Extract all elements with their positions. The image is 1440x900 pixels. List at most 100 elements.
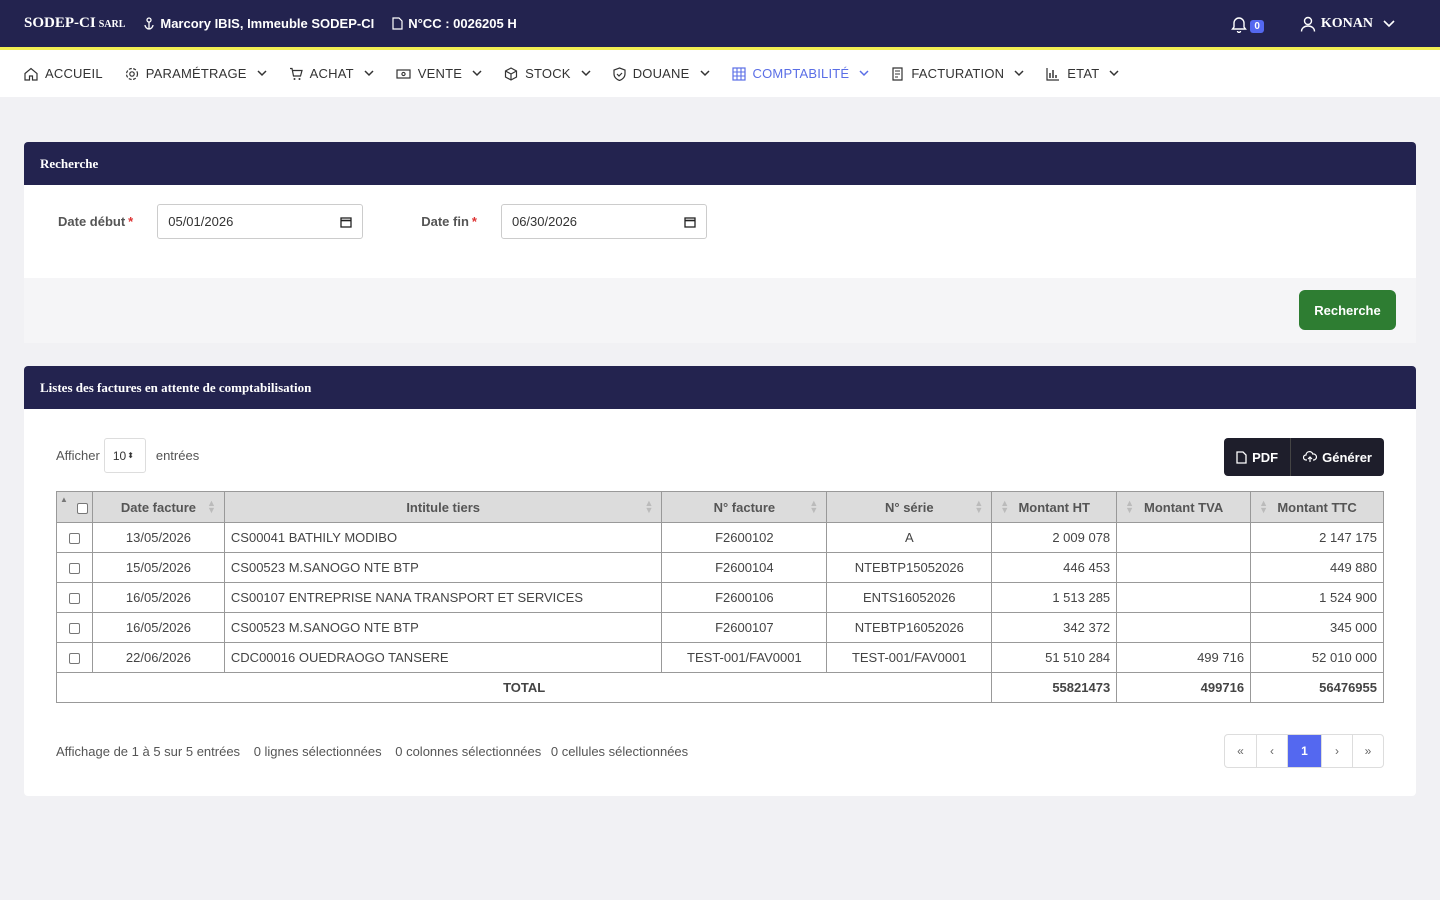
chevron-down-icon xyxy=(257,70,267,77)
cell-serie: NTEBTP16052026 xyxy=(826,612,993,643)
col-numero-serie[interactable]: N° série ▲ ▼ xyxy=(826,491,993,523)
invoice-list-card: Listes des factures en attente de compta… xyxy=(24,366,1416,796)
total-label: TOTAL xyxy=(55,672,993,703)
entries-label: entrées xyxy=(155,448,200,463)
row-checkbox[interactable] xyxy=(68,623,80,635)
total-row: TOTAL 55821473 499716 56476955 xyxy=(55,672,1384,703)
generate-button[interactable]: Générer xyxy=(1290,438,1384,476)
brand-logo[interactable]: SODEP-CI SARL xyxy=(24,15,125,32)
document-icon xyxy=(392,17,403,30)
cell-serie: ENTS16052026 xyxy=(826,582,993,613)
gear-icon xyxy=(125,67,139,81)
cart-icon xyxy=(289,67,303,81)
nav-etat[interactable]: ETAT xyxy=(1046,66,1119,81)
start-date-input[interactable]: 05/01/2026 xyxy=(157,204,364,239)
table-row[interactable]: 15/05/2026 CS00523 M.SANOGO NTE BTP F260… xyxy=(56,552,1384,583)
chevron-down-icon xyxy=(859,70,869,77)
end-date-input[interactable]: 06/30/2026 xyxy=(500,204,707,239)
table-row[interactable]: 13/05/2026 CS00041 BATHILY MODIBO F26001… xyxy=(56,522,1384,553)
nav-accueil[interactable]: ACCUEIL xyxy=(24,66,103,81)
cell-serie: A xyxy=(826,522,993,553)
cloud-upload-icon xyxy=(1303,451,1318,462)
search-card-footer xyxy=(24,278,1416,343)
date-range-row: Date début * 05/01/2026 Date fin * 06/30/2… xyxy=(58,204,707,239)
cell-date: 22/06/2026 xyxy=(91,642,225,673)
total-ttc: 56476955 xyxy=(1250,672,1384,703)
main-nav: ACCUEIL PARAMÉTRAGE ACHAT VENTE STOCK DO… xyxy=(0,50,1440,97)
nav-stock[interactable]: STOCK xyxy=(504,66,591,81)
cell-tva xyxy=(1116,522,1252,553)
last-page-button[interactable]: » xyxy=(1352,735,1383,767)
table-info: Affichage de 1 à 5 sur 5 entrées 0 ligne… xyxy=(56,744,698,759)
nav-label: PARAMÉTRAGE xyxy=(145,66,247,81)
col-montant-tva[interactable]: ▲ ▼ Montant TVA xyxy=(1116,491,1252,523)
table-header-row: ▲ Date facture ▲ ▼ Intitule tiers ▲ ▼ N° fac… xyxy=(56,491,1384,523)
col-montant-ttc[interactable]: ▲ ▼ Montant TTC xyxy=(1250,491,1384,523)
cell-facture: F2600107 xyxy=(661,612,828,643)
cell-ht: 2 009 078 xyxy=(991,522,1118,553)
col-intitule-tiers[interactable]: Intitule tiers ▲ ▼ xyxy=(223,491,663,523)
table-row[interactable]: 16/05/2026 CS00107 ENTREPRISE NANA TRANS… xyxy=(56,582,1384,613)
cell-tiers: CS00523 M.SANOGO NTE BTP xyxy=(223,612,663,643)
nav-comptabilite[interactable]: COMPTABILITÉ xyxy=(731,66,870,81)
brand-name: SODEP-CI xyxy=(24,15,96,31)
row-checkbox[interactable] xyxy=(68,593,80,605)
row-checkbox[interactable] xyxy=(68,653,80,665)
brand-suffix: SARL xyxy=(98,19,126,30)
chevron-down-icon xyxy=(1109,70,1119,77)
nav-parametrage[interactable]: PARAMÉTRAGE xyxy=(125,66,267,81)
calendar-icon xyxy=(340,216,352,228)
end-date-value: 06/30/2026 xyxy=(511,214,578,229)
select-all-header[interactable]: ▲ xyxy=(56,491,93,523)
pdf-button[interactable]: PDF xyxy=(1224,438,1291,476)
cell-ht: 342 372 xyxy=(991,612,1118,643)
page-length-select[interactable]: 10 ⬍ xyxy=(103,438,146,473)
anchor-icon xyxy=(144,17,155,30)
shield-icon xyxy=(613,66,626,81)
company-ncc: N°CC : 0026205 H xyxy=(392,16,517,31)
search-button[interactable]: Recherche xyxy=(1299,290,1396,330)
prev-page-button[interactable]: ‹ xyxy=(1256,735,1287,767)
first-page-button[interactable]: « xyxy=(1225,735,1256,767)
selected-rows-info: 0 lignes sélectionnées xyxy=(253,744,382,759)
cell-ttc: 449 880 xyxy=(1250,552,1384,583)
table-row[interactable]: 22/06/2026 CDC00016 OUEDRAOGO TANSERE TE… xyxy=(56,642,1384,673)
search-card-title: Recherche xyxy=(24,142,1416,185)
row-checkbox[interactable] xyxy=(68,533,80,545)
row-checkbox[interactable] xyxy=(68,563,80,575)
nav-achat[interactable]: ACHAT xyxy=(289,66,374,81)
cell-ht: 446 453 xyxy=(991,552,1118,583)
cell-date: 16/05/2026 xyxy=(91,612,225,643)
col-numero-facture[interactable]: N° facture ▲ ▼ xyxy=(661,491,828,523)
next-page-button[interactable]: › xyxy=(1321,735,1352,767)
nav-label: DOUANE xyxy=(632,66,690,81)
user-name: KONAN xyxy=(1320,15,1373,31)
home-icon xyxy=(24,67,38,81)
total-ht: 55821473 xyxy=(991,672,1118,703)
nav-douane[interactable]: DOUANE xyxy=(613,66,710,81)
select-all-checkbox[interactable] xyxy=(76,502,88,514)
col-montant-ht[interactable]: ▲ ▼ Montant HT xyxy=(991,491,1118,523)
nav-vente[interactable]: VENTE xyxy=(396,66,482,81)
file-icon xyxy=(1236,450,1247,464)
user-menu[interactable]: KONAN xyxy=(1300,16,1400,32)
cell-serie: TEST-001/FAV0001 xyxy=(826,642,993,673)
page-1-button[interactable]: 1 xyxy=(1287,735,1321,767)
nav-label: ACCUEIL xyxy=(45,66,103,81)
cash-icon xyxy=(396,68,411,80)
col-date-facture[interactable]: Date facture ▲ ▼ xyxy=(91,491,225,523)
calendar-icon xyxy=(684,216,696,228)
location-text: Marcory IBIS, Immeuble SODEP-CI xyxy=(160,16,375,31)
list-card-title: Listes des factures en attente de compta… xyxy=(24,366,1416,409)
cell-tva xyxy=(1116,552,1252,583)
cell-tiers: CDC00016 OUEDRAOGO TANSERE xyxy=(223,642,663,673)
notifications-button[interactable]: 0 xyxy=(1231,14,1264,33)
cell-tiers: CS00041 BATHILY MODIBO xyxy=(223,522,663,553)
cell-ttc: 52 010 000 xyxy=(1250,642,1384,673)
nav-facturation[interactable]: FACTURATION xyxy=(891,66,1024,81)
cell-ht: 51 510 284 xyxy=(991,642,1118,673)
selected-cols-info: 0 colonnes sélectionnées xyxy=(395,744,542,759)
bar-chart-icon xyxy=(1046,67,1060,81)
table-row[interactable]: 16/05/2026 CS00523 M.SANOGO NTE BTP F260… xyxy=(56,612,1384,643)
cell-tva xyxy=(1116,582,1252,613)
